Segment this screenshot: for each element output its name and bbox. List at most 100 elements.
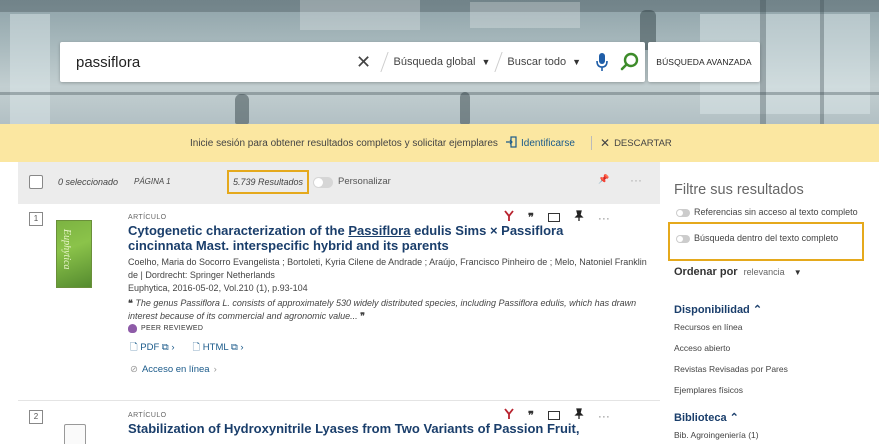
result-item: 1 Euphytica ARTÍCULO Cytogenetic charact… <box>18 208 660 404</box>
citation-icon[interactable]: ❞ <box>528 409 534 422</box>
dismiss-label: DESCARTAR <box>614 137 672 149</box>
results-count: 5.739 Resultados <box>227 170 309 194</box>
section-label: Disponibilidad <box>674 304 750 316</box>
hero-banner: passiflora ✕ Búsqueda global ▼ Buscar to… <box>0 0 879 124</box>
chevron-down-icon: ▼ <box>572 57 581 67</box>
html-link[interactable]: 🗋 HTML ⧉ › <box>193 340 244 356</box>
result-authors: Coelho, Maria do Socorro Evangelista ; B… <box>128 257 647 280</box>
page-indicator: PÁGINA 1 <box>134 177 171 186</box>
facet-item[interactable]: Recursos en línea <box>674 322 743 332</box>
pin-icon[interactable] <box>504 408 514 423</box>
toggle-label: Referencias sin acceso al texto completo <box>694 207 858 217</box>
filter-dropdown[interactable]: Buscar todo ▼ <box>507 56 581 68</box>
result-snippet: ❝ The genus Passiflora L. consists of ap… <box>128 297 648 322</box>
result-title[interactable]: Stabilization of Hydroxynitrile Lyases f… <box>128 421 588 436</box>
selected-count: 0 seleccionado <box>58 177 119 187</box>
citation-icon[interactable]: ❞ <box>528 211 534 224</box>
sort-label: Ordenar por <box>674 266 738 278</box>
result-number[interactable]: 2 <box>29 410 43 424</box>
result-type: ARTÍCULO <box>128 412 167 419</box>
scope-label: Búsqueda global <box>393 56 476 68</box>
external-link-icon: ⧉ › <box>161 342 175 353</box>
separator <box>494 52 504 72</box>
facet-item[interactable]: Acceso abierto <box>674 343 730 353</box>
personalize-label: Personalizar <box>338 176 391 187</box>
result-type: ARTÍCULO <box>128 214 167 221</box>
filters-heading: Filtre sus resultados <box>674 182 804 198</box>
microphone-icon[interactable] <box>589 52 615 72</box>
external-link-icon: ⧉ › <box>230 342 244 353</box>
filters-sidebar: Filtre sus resultados Referencias sin ac… <box>662 162 879 444</box>
peer-icon <box>128 324 137 333</box>
advanced-search-button[interactable]: BÚSQUEDA AVANZADA <box>648 42 760 82</box>
chevron-up-icon: ⌃ <box>752 304 763 316</box>
pushpin-icon[interactable] <box>574 408 584 423</box>
facet-item[interactable]: Ejemplares físicos <box>674 385 743 395</box>
result-source: Euphytica, 2016-05-02, Vol.210 (1), p.93… <box>128 283 308 293</box>
separator <box>380 52 390 72</box>
title-part: Cytogenetic characterization of the <box>128 223 349 238</box>
divider <box>591 136 592 150</box>
document-icon[interactable] <box>64 424 86 444</box>
fulltext-search-toggle[interactable] <box>676 235 690 243</box>
result-actions: ❞ ··· <box>504 210 610 225</box>
chevron-down-icon: ▼ <box>481 57 491 67</box>
pdf-icon: 🗋 <box>130 342 138 353</box>
snippet-text: The genus Passiflora L. consists of appr… <box>128 298 637 321</box>
result-title[interactable]: Cytogenetic characterization of the Pass… <box>128 223 588 253</box>
search-icon[interactable] <box>615 52 645 72</box>
title-highlight: Passiflora <box>348 223 411 238</box>
sort-value: relevancia <box>743 267 785 277</box>
peer-label: PEER REVIEWED <box>141 325 204 332</box>
quote-close-icon: ❞ <box>357 310 365 321</box>
result-actions: ❞ ··· <box>504 408 610 423</box>
cover-thumbnail[interactable]: Euphytica <box>56 220 92 288</box>
chevron-up-icon: ⌃ <box>729 412 739 424</box>
peer-reviewed-badge: PEER REVIEWED <box>128 324 203 333</box>
thumbnail-title: Euphytica <box>61 229 72 270</box>
personalize-toggle[interactable] <box>313 177 333 188</box>
html-label: HTML <box>202 342 229 353</box>
toggle-label: Búsqueda dentro del texto completo <box>694 233 839 243</box>
results-toolbar: 0 seleccionado PÁGINA 1 5.739 Resultados… <box>18 162 660 204</box>
pushpin-icon[interactable] <box>574 210 584 225</box>
signin-message: Inicie sesión para obtener resultados co… <box>190 137 498 149</box>
facet-item[interactable]: Revistas Revisadas por Pares <box>674 364 788 374</box>
more-icon[interactable]: ··· <box>598 211 610 225</box>
html-icon: 🗋 <box>192 342 201 353</box>
login-label: Identificarse <box>521 137 575 149</box>
login-link[interactable]: Identificarse <box>505 135 575 151</box>
fulltext-refs-toggle[interactable] <box>676 209 690 217</box>
email-icon[interactable] <box>547 411 560 420</box>
result-number[interactable]: 1 <box>29 212 43 226</box>
more-icon[interactable]: ··· <box>598 409 610 423</box>
dismiss-button[interactable]: ✕ DESCARTAR <box>600 136 672 150</box>
library-heading[interactable]: Biblioteca ⌃ <box>674 411 739 424</box>
close-icon: ✕ <box>600 136 611 150</box>
scope-dropdown[interactable]: Búsqueda global ▼ <box>393 56 490 68</box>
pdf-link[interactable]: 🗋 PDF ⧉ › <box>130 340 175 356</box>
pdf-label: PDF <box>140 342 160 353</box>
login-icon <box>505 135 517 151</box>
availability-heading[interactable]: Disponibilidad ⌃ <box>674 303 762 316</box>
chevron-right-icon: › <box>213 364 217 375</box>
signin-banner: Inicie sesión para obtener resultados co… <box>0 124 879 162</box>
pin-icon[interactable]: 📌 <box>598 174 609 185</box>
link-icon: ⊘ <box>130 364 138 375</box>
pin-icon[interactable] <box>504 210 514 225</box>
more-icon[interactable]: ··· <box>630 173 642 187</box>
section-label: Biblioteca <box>674 412 727 424</box>
result-item: 2 ARTÍCULO Stabilization of Hydroxynitri… <box>18 406 660 444</box>
divider <box>18 400 660 401</box>
online-access-link[interactable]: ⊘ Acceso en línea › <box>130 364 217 375</box>
facet-item[interactable]: Bib. Agroingeniería (1) <box>674 430 759 440</box>
clear-icon[interactable]: ✕ <box>350 52 376 73</box>
filter-label: Buscar todo <box>507 56 567 68</box>
select-all-checkbox[interactable] <box>29 175 43 189</box>
search-input[interactable]: passiflora <box>60 54 350 71</box>
sort-control[interactable]: Ordenar por relevancia ▼ <box>674 266 802 278</box>
chevron-down-icon: ▼ <box>793 268 802 277</box>
online-label: Acceso en línea <box>141 364 210 375</box>
result-links: 🗋 PDF ⧉ › 🗋 HTML ⧉ › <box>130 340 244 356</box>
email-icon[interactable] <box>547 213 560 222</box>
